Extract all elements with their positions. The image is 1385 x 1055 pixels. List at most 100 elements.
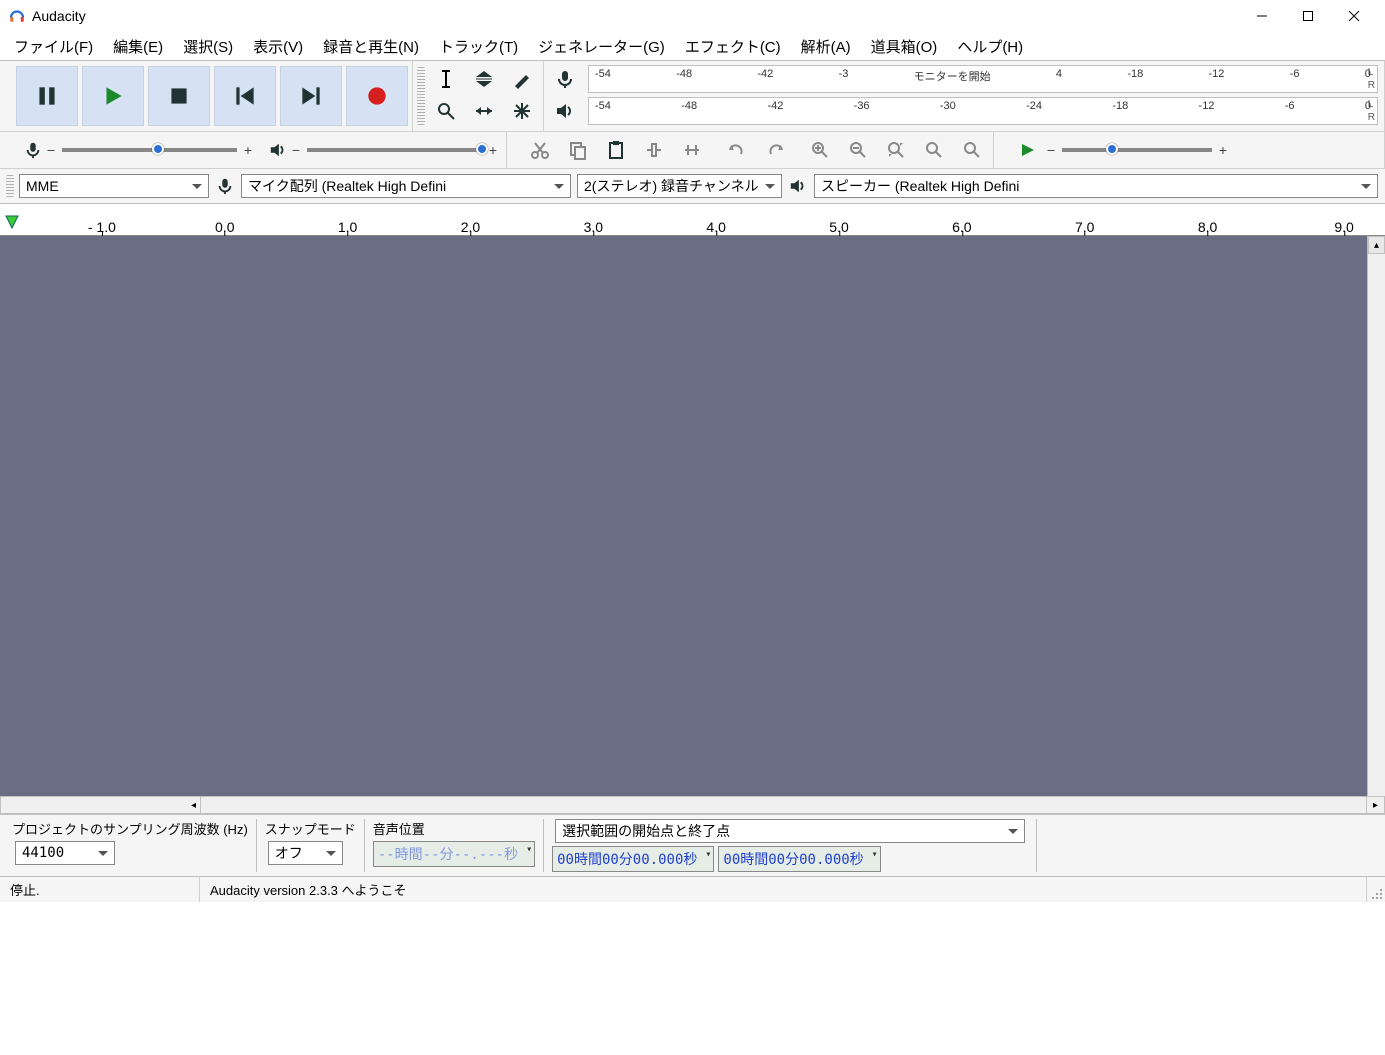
audio-host-select[interactable]: MME xyxy=(19,174,209,198)
fit-project-button[interactable] xyxy=(916,135,952,165)
zoom-toggle-button[interactable] xyxy=(954,135,990,165)
grip-icon[interactable] xyxy=(417,67,425,125)
meter-toolbar: LR -54 -48 -42 -3 モニターを開始 4 -18 -12 -6 0 xyxy=(544,61,1385,131)
timeline-tick: 1.0 xyxy=(338,219,357,235)
zoom-tool-button[interactable] xyxy=(428,96,464,126)
menu-select[interactable]: 選択(S) xyxy=(173,32,243,61)
speaker-icon xyxy=(787,175,809,197)
mic-icon xyxy=(22,139,44,161)
draw-tool-button[interactable] xyxy=(504,64,540,94)
fit-selection-button[interactable] xyxy=(878,135,914,165)
transport-toolbar xyxy=(0,61,413,131)
status-state: 停止. xyxy=(0,877,200,902)
mic-icon[interactable] xyxy=(547,64,583,94)
paste-button[interactable] xyxy=(598,135,634,165)
plus-icon: + xyxy=(1218,142,1228,158)
menu-help[interactable]: ヘルプ(H) xyxy=(947,32,1033,61)
window-title: Audacity xyxy=(32,8,1239,24)
playback-speed-slider[interactable] xyxy=(1062,148,1212,152)
scroll-up-button[interactable]: ▴ xyxy=(1368,236,1385,254)
scroll-right-button[interactable]: ▸ xyxy=(1366,797,1384,813)
mixer-toolbar: − + − + xyxy=(0,132,507,168)
device-toolbar: MME マイク配列 (Realtek High Defini 2(ステレオ) 録… xyxy=(0,168,1385,203)
skip-end-button[interactable] xyxy=(280,66,342,126)
timeline-tick: 0.0 xyxy=(215,219,234,235)
menu-transport[interactable]: 録音と再生(N) xyxy=(313,32,429,61)
minus-icon: − xyxy=(1046,142,1056,158)
project-rate-label: プロジェクトのサンプリング周波数 (Hz) xyxy=(12,819,248,838)
play-at-speed-toolbar: − + xyxy=(994,132,1385,168)
skip-start-button[interactable] xyxy=(214,66,276,126)
copy-button[interactable] xyxy=(560,135,596,165)
menu-file[interactable]: ファイル(F) xyxy=(4,32,103,61)
timeshift-tool-button[interactable] xyxy=(466,96,502,126)
timeline-tick: 3.0 xyxy=(584,219,603,235)
tools-toolbar xyxy=(413,61,544,131)
play-at-speed-button[interactable] xyxy=(1009,135,1045,165)
status-bar: 停止. Audacity version 2.3.3 へようこそ xyxy=(0,876,1385,902)
recording-channels-select[interactable]: 2(ステレオ) 録音チャンネル xyxy=(577,174,782,198)
zoom-in-button[interactable] xyxy=(802,135,838,165)
multi-tool-button[interactable] xyxy=(504,96,540,126)
menu-view[interactable]: 表示(V) xyxy=(243,32,313,61)
timeline-tick: 6.0 xyxy=(952,219,971,235)
close-button[interactable] xyxy=(1331,0,1377,32)
audio-position-field[interactable]: --時間--分--.---秒 xyxy=(373,841,535,867)
maximize-button[interactable] xyxy=(1285,0,1331,32)
playback-volume-slider[interactable] xyxy=(307,148,482,152)
plus-icon: + xyxy=(243,142,253,158)
envelope-tool-button[interactable] xyxy=(466,64,502,94)
menu-effect[interactable]: エフェクト(C) xyxy=(675,32,791,61)
cut-button[interactable] xyxy=(522,135,558,165)
menu-analyze[interactable]: 解析(A) xyxy=(791,32,861,61)
selection-mode-select[interactable]: 選択範囲の開始点と終了点 xyxy=(555,819,1025,843)
selection-toolbar: プロジェクトのサンプリング周波数 (Hz) 44100 スナップモード オフ 音… xyxy=(0,814,1385,876)
horizontal-scrollbar[interactable]: ◂ ▸ xyxy=(0,796,1385,814)
resize-grip-icon[interactable] xyxy=(1367,877,1385,902)
zoom-out-button[interactable] xyxy=(840,135,876,165)
timeline-tick: 8.0 xyxy=(1198,219,1217,235)
snap-select[interactable]: オフ xyxy=(268,841,343,865)
speaker-icon[interactable] xyxy=(547,96,583,126)
redo-button[interactable] xyxy=(757,135,793,165)
playback-meter[interactable]: LR -54 -48 -42 -36 -30 -24 -18 -12 -6 0 xyxy=(588,97,1378,125)
toolbar-area: LR -54 -48 -42 -3 モニターを開始 4 -18 -12 -6 0 xyxy=(0,60,1385,204)
selection-end-field[interactable]: 00時間00分00.000秒 xyxy=(718,846,880,872)
grip-icon[interactable] xyxy=(6,175,14,197)
trim-button[interactable] xyxy=(636,135,672,165)
selection-start-field[interactable]: 00時間00分00.000秒 xyxy=(552,846,714,872)
menu-generate[interactable]: ジェネレーター(G) xyxy=(528,32,675,61)
audio-position-label: 音声位置 xyxy=(373,819,535,838)
vertical-scrollbar[interactable]: ▴ xyxy=(1367,236,1385,796)
minimize-button[interactable] xyxy=(1239,0,1285,32)
minus-icon: − xyxy=(46,142,56,158)
timeline-ruler[interactable]: - 1.00.01.02.03.04.05.06.07.08.09.0 xyxy=(0,204,1385,236)
title-bar: Audacity xyxy=(0,0,1385,32)
menu-tools[interactable]: 道具箱(O) xyxy=(861,32,948,61)
recording-meter[interactable]: LR -54 -48 -42 -3 モニターを開始 4 -18 -12 -6 0 xyxy=(588,65,1378,93)
recording-volume-slider[interactable] xyxy=(62,148,237,152)
timeline-tick: 7.0 xyxy=(1075,219,1094,235)
playback-device-select[interactable]: スピーカー (Realtek High Defini xyxy=(814,174,1378,198)
speaker-icon xyxy=(267,139,289,161)
selection-tool-button[interactable] xyxy=(428,64,464,94)
undo-button[interactable] xyxy=(719,135,755,165)
project-rate-select[interactable]: 44100 xyxy=(15,841,115,865)
track-area[interactable]: ▴ xyxy=(0,236,1385,796)
menu-tracks[interactable]: トラック(T) xyxy=(429,32,528,61)
timeline-tick: 5.0 xyxy=(829,219,848,235)
snap-label: スナップモード xyxy=(265,819,356,838)
menu-bar: ファイル(F) 編集(E) 選択(S) 表示(V) 録音と再生(N) トラック(… xyxy=(0,32,1385,60)
menu-edit[interactable]: 編集(E) xyxy=(103,32,173,61)
record-button[interactable] xyxy=(346,66,408,126)
recording-device-select[interactable]: マイク配列 (Realtek High Defini xyxy=(241,174,571,198)
edit-toolbar xyxy=(507,132,994,168)
play-button[interactable] xyxy=(82,66,144,126)
silence-button[interactable] xyxy=(674,135,710,165)
mic-icon xyxy=(214,175,236,197)
playhead-icon[interactable] xyxy=(0,212,20,235)
pause-button[interactable] xyxy=(16,66,78,126)
timeline-tick: 2.0 xyxy=(461,219,480,235)
scroll-left-button[interactable]: ◂ xyxy=(1,797,201,813)
stop-button[interactable] xyxy=(148,66,210,126)
